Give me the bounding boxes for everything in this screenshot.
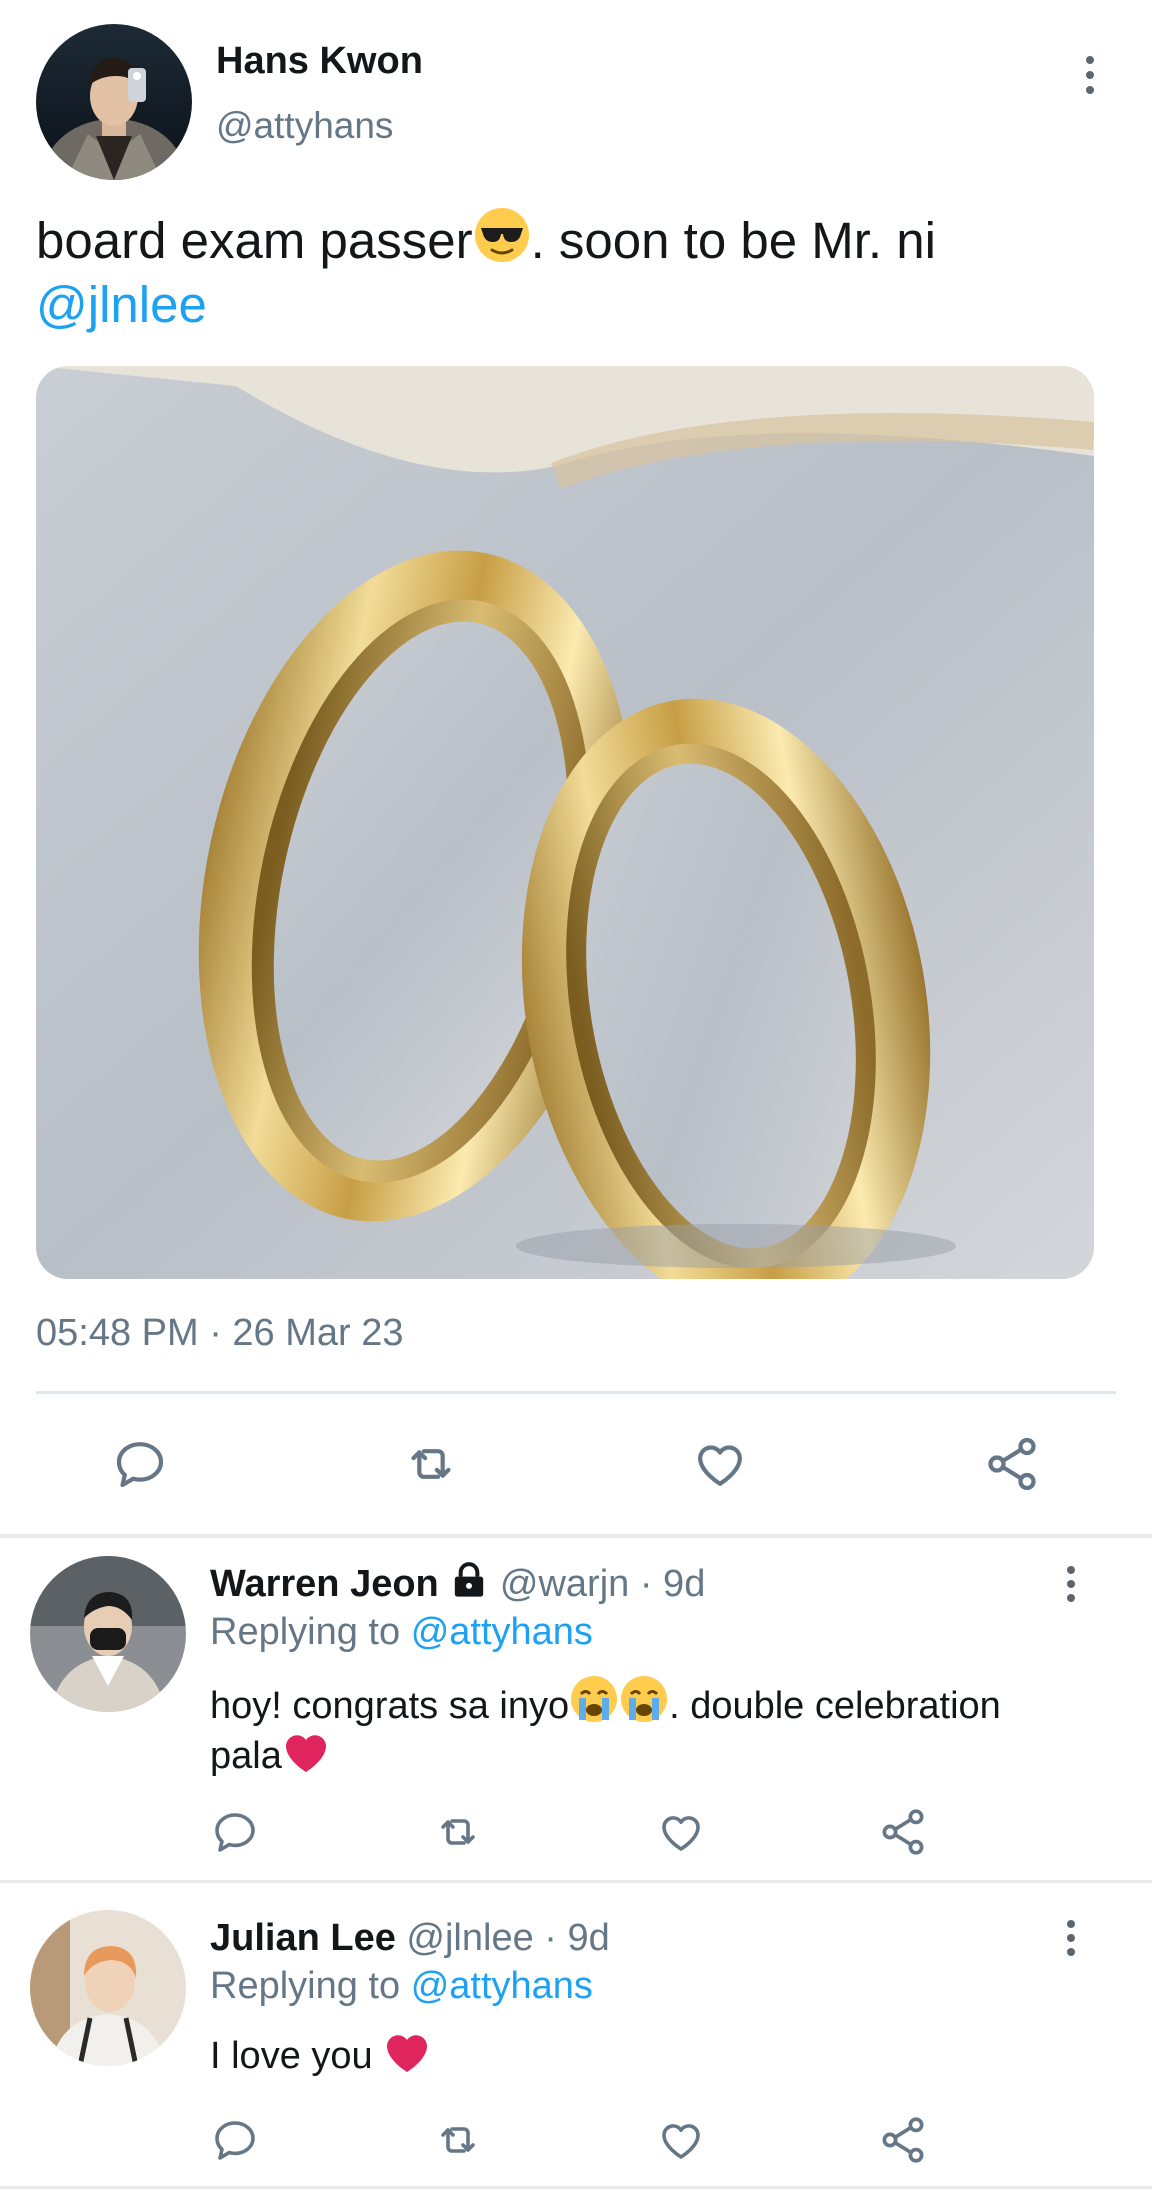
- reply-header: Julian Lee @jlnlee · 9d: [210, 1914, 610, 1962]
- reply-text: hoy! congrats sa inyo . double celebratio…: [210, 1674, 1110, 1780]
- reply-author-name[interactable]: Warren Jeon: [210, 1563, 439, 1605]
- tweet-more-options-icon[interactable]: [1085, 56, 1095, 94]
- tweet-text: board exam passer . soon to be Mr. ni @jl…: [36, 206, 1116, 337]
- tweet-mention-link[interactable]: @jlnlee: [36, 276, 207, 333]
- heart-outline-icon: [698, 1445, 742, 1486]
- retweet-icon: [411, 1449, 451, 1479]
- reply-icon: [215, 2121, 255, 2160]
- red-heart-emoji-icon: [285, 1735, 326, 1772]
- bottom-divider: [0, 2186, 1152, 2189]
- replying-to-link[interactable]: @attyhans: [411, 1611, 593, 1653]
- reply-author-name[interactable]: Julian Lee: [210, 1917, 396, 1959]
- author-handle[interactable]: @attyhans: [216, 104, 393, 148]
- share-icon: [988, 1437, 1036, 1491]
- reply-avatar[interactable]: [30, 1556, 186, 1712]
- tweet-text-part-2: . soon to be Mr. ni: [530, 212, 936, 269]
- reply-text-part-1: I love you: [210, 2035, 373, 2077]
- reply-age: · 9d: [639, 1563, 706, 1605]
- tweet-media-image[interactable]: [36, 366, 1094, 1279]
- crying-face-emoji-icon: [571, 1676, 618, 1722]
- reply-icon: [116, 1442, 164, 1488]
- reply-reply-button[interactable]: [208, 2114, 262, 2166]
- reply-text: I love you: [210, 2030, 1110, 2080]
- author-avatar[interactable]: [36, 24, 192, 180]
- reply-avatar[interactable]: [30, 1910, 186, 2066]
- share-icon: [882, 2117, 924, 2163]
- reply-avatar-image: [30, 1556, 186, 1712]
- gold-rings-photo: [36, 366, 1094, 1279]
- replying-to-label: Replying to: [210, 1611, 401, 1653]
- tweet-text-part-1: board exam passer: [36, 212, 473, 269]
- tweet-timestamp: 05:48 PM · 26 Mar 23: [36, 1312, 404, 1354]
- retweet-icon: [441, 2127, 475, 2153]
- reply-button[interactable]: [108, 1434, 172, 1494]
- like-button[interactable]: [688, 1434, 752, 1494]
- heart-outline-icon: [662, 1816, 700, 1851]
- reply-age: · 9d: [544, 1917, 610, 1959]
- reply-text-part-1: hoy! congrats sa inyo: [210, 1685, 570, 1727]
- lock-icon: [455, 1562, 484, 1597]
- reply-more-options-icon[interactable]: [1066, 1566, 1076, 1602]
- reply-reply-button[interactable]: [208, 1806, 262, 1858]
- retweet-button[interactable]: [396, 1434, 466, 1494]
- reply-author-handle[interactable]: @warjn: [500, 1563, 629, 1605]
- reply-share-button[interactable]: [876, 1804, 930, 1860]
- share-icon: [882, 1809, 924, 1855]
- retweet-icon: [441, 1819, 475, 1845]
- reply-header: Warren Jeon @warjn · 9d: [210, 1560, 705, 1608]
- reply-avatar-image: [30, 1910, 186, 2066]
- replying-to-label: Replying to: [210, 1965, 401, 2007]
- reply-more-options-icon[interactable]: [1066, 1920, 1076, 1956]
- crying-face-emoji-icon-2: [621, 1676, 668, 1722]
- reply-text-part-3: pala: [210, 1735, 282, 1777]
- heart-outline-icon: [662, 2124, 700, 2159]
- reply-author-handle[interactable]: @jlnlee: [406, 1917, 533, 1959]
- share-button[interactable]: [980, 1434, 1044, 1494]
- author-name[interactable]: Hans Kwon: [216, 38, 423, 84]
- reply-retweet-button[interactable]: [428, 1806, 488, 1858]
- reply-icon: [215, 1813, 255, 1852]
- author-avatar-image: [36, 24, 192, 180]
- timestamp-divider: [36, 1391, 1116, 1394]
- sunglasses-emoji-icon: [474, 208, 529, 262]
- red-heart-emoji-icon: [387, 2035, 428, 2072]
- reply-share-button[interactable]: [876, 2112, 930, 2168]
- reply-retweet-button[interactable]: [428, 2114, 488, 2166]
- reply-divider: [0, 1880, 1152, 1883]
- reply-like-button[interactable]: [654, 2114, 708, 2166]
- reply-like-button[interactable]: [654, 1806, 708, 1858]
- reply-text-part-2: . double celebration: [669, 1685, 1001, 1727]
- tweet-section-divider: [0, 1534, 1152, 1538]
- reply-replying-to: Replying to @attyhans: [210, 1962, 593, 2010]
- reply-replying-to: Replying to @attyhans: [210, 1608, 593, 1656]
- replying-to-link[interactable]: @attyhans: [411, 1965, 593, 2007]
